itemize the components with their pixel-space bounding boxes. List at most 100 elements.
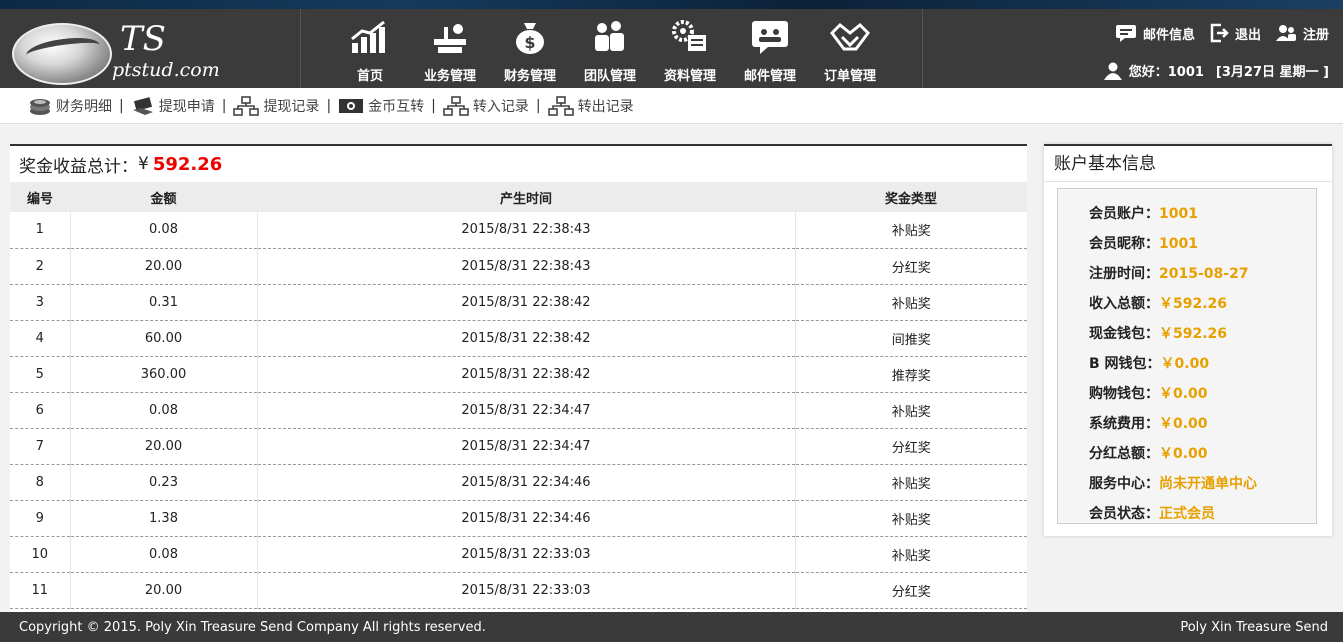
nav-item-mail[interactable]: 邮件管理 [730, 9, 810, 88]
subnav-item-withdraw-apply[interactable]: 提现申请 [131, 96, 215, 116]
cell-type: 补贴奖 [795, 464, 1027, 501]
team-icon [595, 21, 624, 51]
mail-chat-icon [752, 21, 788, 54]
register-link[interactable]: 注册 [1275, 23, 1329, 43]
info-key: 购物钱包： [1089, 386, 1159, 402]
info-key: 系统费用： [1089, 416, 1159, 432]
separator: | [326, 97, 332, 114]
info-value: ￥0.00 [1159, 416, 1208, 432]
account-info-row: 会员状态：正式会员 [1089, 503, 1215, 523]
logout-label: 退出 [1234, 27, 1261, 43]
info-value: 1001 [1159, 236, 1198, 252]
nav-item-business[interactable]: 业务管理 [410, 9, 490, 88]
table-body: 1 0.08 2015/8/31 22:38:43 补贴奖 2 20.00 2015/8/3… [10, 212, 1027, 609]
info-value: ￥0.00 [1160, 356, 1210, 372]
cell-type: 分红奖 [795, 428, 1027, 465]
account-info-row: 服务中心：尚未开通单中心 [1089, 473, 1257, 493]
cell-type: 推荐奖 [795, 356, 1027, 393]
nav-item-team[interactable]: 团队管理 [570, 9, 650, 88]
info-value: ￥592.26 [1159, 296, 1228, 312]
user-greeting-row: 您好：1001 [3月27日 星期一 ] [1103, 61, 1329, 80]
coins-icon [30, 98, 50, 115]
info-key: 注册时间： [1089, 266, 1159, 282]
table-row: 2 20.00 2015/8/31 22:38:43 分红奖 [10, 248, 1027, 285]
nav-item-profile[interactable]: 资料管理 [650, 9, 730, 88]
nav-item-home[interactable]: 首页 [330, 9, 410, 88]
info-key: 现金钱包： [1089, 326, 1159, 342]
handshake-icon [830, 22, 870, 51]
cell-amount: 360.00 [70, 356, 258, 393]
mail-info-link[interactable]: 邮件信息 [1115, 23, 1195, 43]
cell-id: 7 [10, 428, 71, 465]
currency-symbol: ¥ [138, 154, 149, 174]
bonus-total-label: 奖金收益总计： [19, 156, 138, 177]
info-key: 会员状态： [1089, 506, 1159, 522]
table-row: 3 0.31 2015/8/31 22:38:42 补贴奖 [10, 284, 1027, 321]
bonus-total-amount: 592.26 [152, 153, 223, 175]
cell-type: 补贴奖 [795, 500, 1027, 537]
separator: | [119, 97, 124, 114]
bonus-total: 奖金收益总计： ¥ 592.26 [10, 146, 1027, 182]
cell-id: 8 [10, 464, 71, 501]
account-info-row: 注册时间：2015-08-27 [1089, 263, 1249, 283]
cell-type: 补贴奖 [795, 536, 1027, 573]
info-key: 收入总额： [1089, 296, 1159, 312]
main-nav: 首页 业务管理 $ 财务管理 团队管理 资料管理 邮件管理 订单管理 [330, 9, 890, 88]
cell-time: 2015/8/31 22:38:42 [257, 320, 796, 357]
logout-link[interactable]: 退出 [1209, 23, 1261, 43]
sitemap-icon [233, 95, 260, 116]
account-info-row: B 网钱包：￥0.00 [1089, 353, 1209, 373]
cell-amount: 0.08 [70, 392, 258, 429]
info-value: 尚未开通单中心 [1159, 476, 1257, 492]
info-value: ￥592.26 [1159, 326, 1228, 342]
date-text: [3月27日 星期一 ] [1215, 65, 1329, 80]
settings-doc-icon [672, 20, 706, 51]
subnav-item-transfer-out-record[interactable]: 转出记录 [547, 95, 634, 116]
cell-type: 补贴奖 [795, 212, 1027, 249]
cell-time: 2015/8/31 22:38:43 [257, 248, 796, 285]
nav-label: 首页 [356, 69, 383, 84]
cell-type: 补贴奖 [795, 284, 1027, 321]
nav-item-orders[interactable]: 订单管理 [810, 9, 890, 88]
cell-time: 2015/8/31 22:34:47 [257, 392, 796, 429]
info-value: 2015-08-27 [1159, 266, 1249, 282]
info-value: 正式会员 [1159, 506, 1215, 522]
cell-time: 2015/8/31 22:34:47 [257, 428, 796, 465]
business-icon [434, 24, 466, 53]
separator: | [221, 97, 227, 114]
nav-item-finance[interactable]: $ 财务管理 [490, 9, 570, 88]
cell-time: 2015/8/31 22:34:46 [257, 464, 796, 501]
table-row: 6 0.08 2015/8/31 22:34:47 补贴奖 [10, 392, 1027, 429]
subnav-item-coin-transfer[interactable]: 金币互转 [338, 96, 424, 116]
banknote-icon [339, 98, 364, 113]
header-divider [922, 9, 923, 88]
table-row: 5 360.00 2015/8/31 22:38:42 推荐奖 [10, 356, 1027, 393]
table-header-row: 编号 金额 产生时间 奖金类型 [10, 182, 1027, 212]
table-row: 1 0.08 2015/8/31 22:38:43 补贴奖 [10, 212, 1027, 249]
info-key: 会员账户： [1089, 206, 1159, 222]
info-key: 分红总额： [1089, 446, 1159, 462]
cell-id: 3 [10, 284, 71, 321]
cash-hand-icon [132, 96, 153, 115]
logo-title: TS [120, 19, 166, 59]
site-logo[interactable]: TS ptstud.com [8, 17, 298, 89]
cell-id: 1 [10, 212, 71, 249]
column-header-type: 奖金类型 [795, 182, 1027, 212]
nav-label: 业务管理 [423, 69, 476, 84]
subnav-item-finance-detail[interactable]: 财务明细 [28, 96, 112, 116]
account-info-box: 会员账户：1001 会员昵称：1001 注册时间：2015-08-27 收入总额：￥5… [1057, 188, 1317, 524]
cell-time: 2015/8/31 22:33:03 [257, 536, 796, 573]
info-value: 1001 [1159, 206, 1198, 222]
account-info-row: 系统费用：￥0.00 [1089, 413, 1208, 433]
subnav-item-withdraw-record[interactable]: 提现记录 [233, 95, 320, 116]
footer-brand: Poly Xin Treasure Send [1180, 619, 1328, 635]
account-info-row: 会员昵称：1001 [1089, 233, 1198, 253]
cell-amount: 0.23 [70, 464, 258, 501]
top-header: TS ptstud.com 首页 业务管理 $ 财务管理 团队管理 资料管理 邮… [0, 0, 1343, 88]
cell-time: 2015/8/31 22:38:42 [257, 284, 796, 321]
nav-label: 邮件管理 [743, 69, 796, 84]
subnav-label: 提现记录 [263, 98, 320, 115]
greeting-text: 您好：1001 [1128, 65, 1204, 80]
subnav-item-transfer-in-record[interactable]: 转入记录 [443, 95, 529, 116]
sitemap-icon [547, 95, 574, 116]
